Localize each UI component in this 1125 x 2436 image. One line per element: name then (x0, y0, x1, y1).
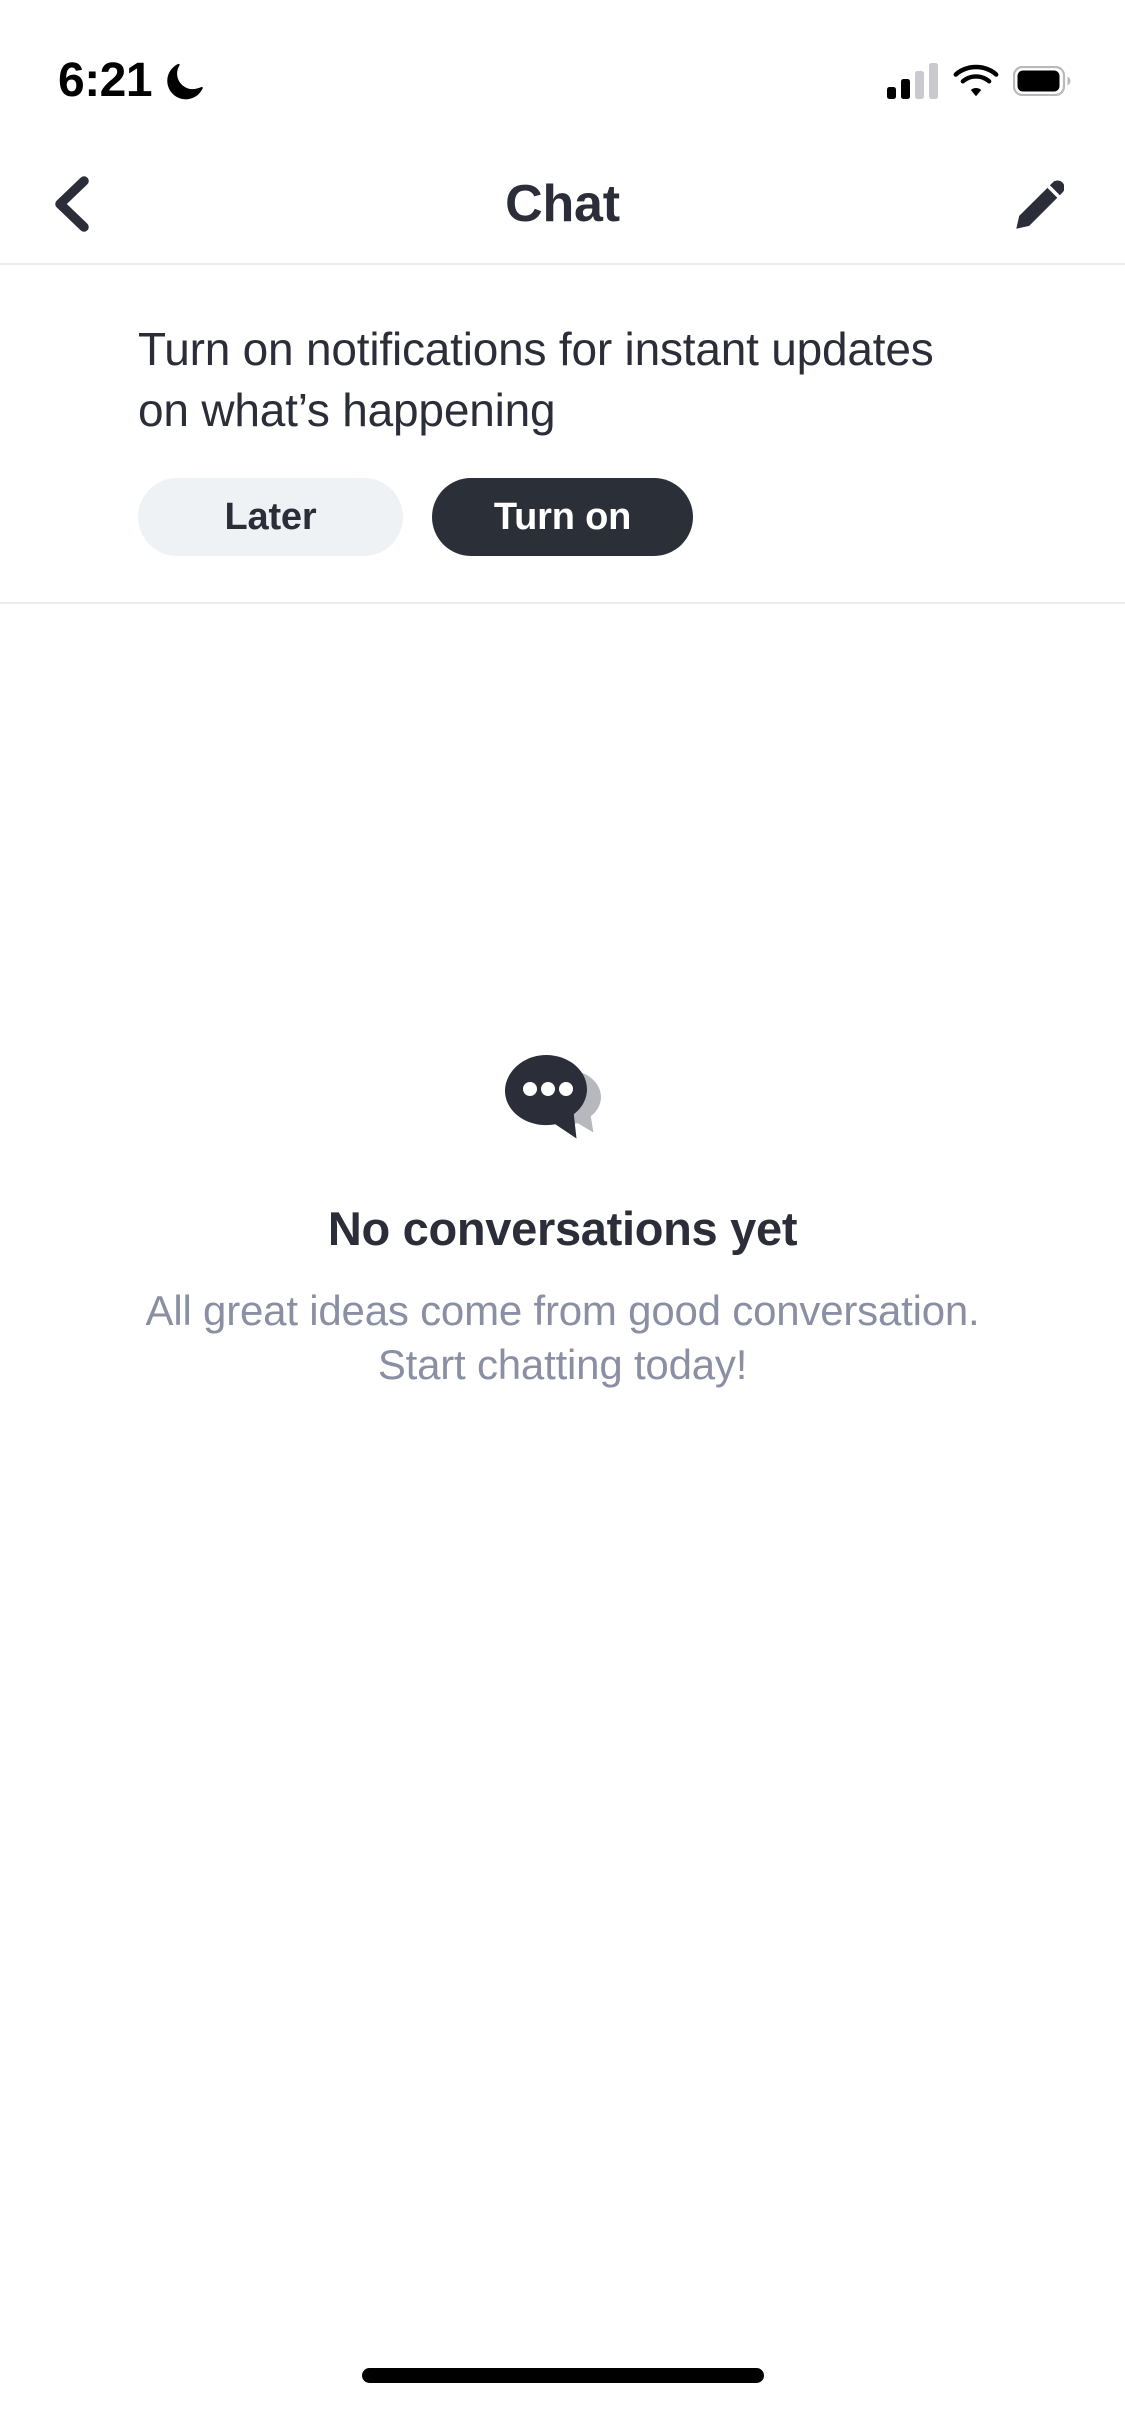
empty-state: No conversations yet All great ideas com… (0, 1049, 1125, 1392)
crescent-moon-icon (166, 61, 206, 101)
chat-bubbles-icon (503, 1049, 623, 1145)
battery-icon (1013, 66, 1071, 96)
later-button[interactable]: Later (138, 478, 403, 557)
turn-on-button[interactable]: Turn on (432, 478, 693, 557)
status-bar-right (887, 63, 1071, 99)
back-button[interactable] (30, 162, 114, 246)
notification-banner-message: Turn on notifications for instant update… (138, 323, 934, 436)
phone-screen: 6:21 Chat Turn on notifications for inst… (0, 0, 1125, 2436)
cellular-signal-icon (887, 63, 939, 99)
conversation-list-empty-area: No conversations yet All great ideas com… (0, 604, 1125, 2368)
notification-banner-actions: Later Turn on (0, 440, 1125, 557)
chevron-left-icon (51, 175, 93, 232)
notification-permission-banner: Turn on notifications for instant update… (0, 265, 1125, 604)
nav-bar: Chat (0, 144, 1125, 265)
pencil-icon (1014, 179, 1064, 229)
wifi-icon (952, 63, 1000, 99)
empty-state-subtitle: All great ideas come from good conversat… (145, 1287, 980, 1388)
compose-button[interactable] (997, 162, 1081, 246)
status-bar: 6:21 (0, 0, 1125, 144)
status-bar-clock: 6:21 (58, 54, 153, 107)
home-indicator-area (0, 2368, 1125, 2436)
home-indicator-bar[interactable] (361, 2368, 764, 2383)
status-bar-left: 6:21 (58, 57, 206, 105)
empty-state-title: No conversations yet (327, 1202, 798, 1255)
page-title: Chat (505, 174, 620, 233)
